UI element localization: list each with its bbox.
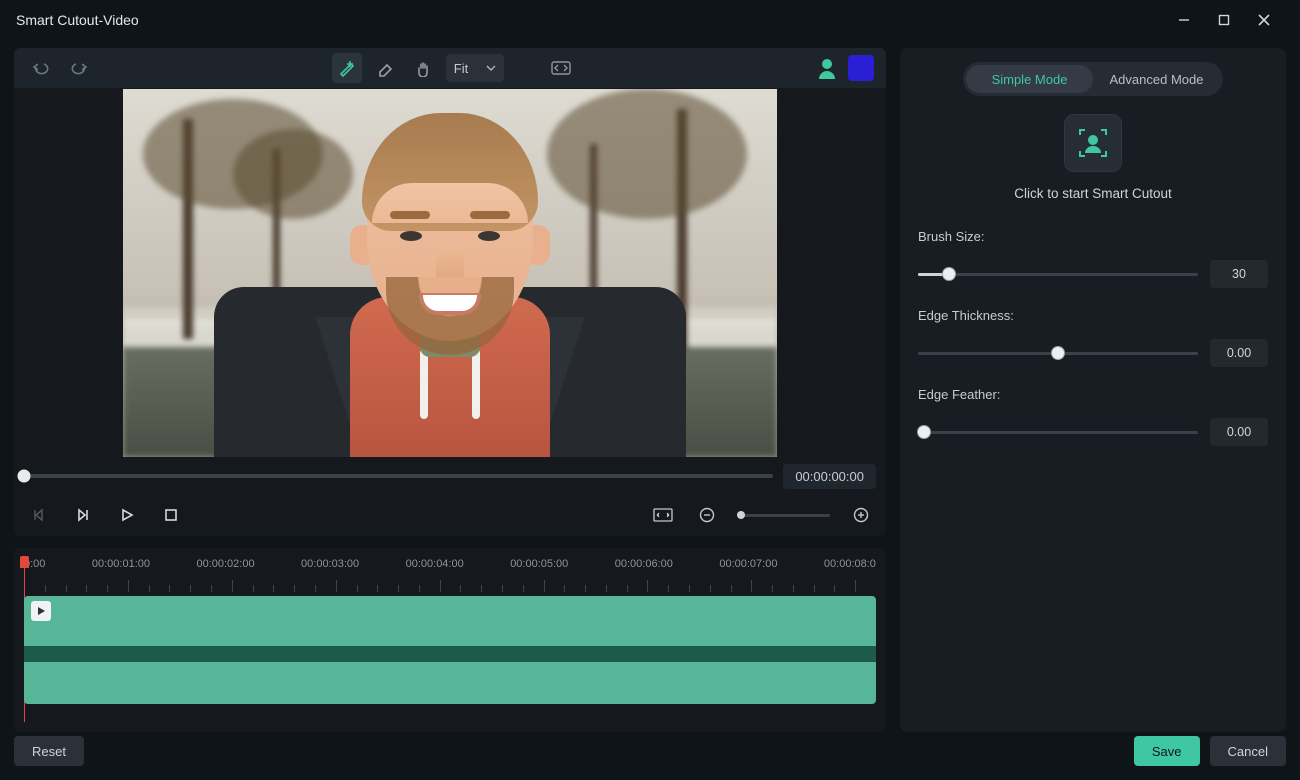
brush-size-thumb[interactable] <box>942 267 956 281</box>
close-button[interactable] <box>1244 0 1284 40</box>
start-smart-cutout-button[interactable] <box>1064 114 1122 172</box>
add-brush-tool[interactable] <box>332 53 362 83</box>
fit-width-button[interactable] <box>650 502 676 528</box>
zoom-label: Fit <box>454 61 468 76</box>
tab-simple-mode[interactable]: Simple Mode <box>966 65 1093 93</box>
undo-button[interactable] <box>26 53 56 83</box>
foreground-silhouette-icon[interactable] <box>814 55 840 81</box>
timeline: 0:0000:00:01:0000:00:02:0000:00:03:0000:… <box>14 548 886 732</box>
save-button[interactable]: Save <box>1134 736 1200 766</box>
maximize-button[interactable] <box>1204 0 1244 40</box>
left-panel: Fit <box>14 48 886 732</box>
erase-brush-tool[interactable] <box>370 53 400 83</box>
edge-feather-label: Edge Feather: <box>918 387 1268 402</box>
zoom-out-button[interactable] <box>694 502 720 528</box>
window-title: Smart Cutout-Video <box>16 12 139 28</box>
video-track[interactable] <box>24 596 876 646</box>
audio-track[interactable] <box>24 662 876 704</box>
scrub-thumb[interactable] <box>18 470 31 483</box>
zoom-slider-thumb[interactable] <box>737 511 745 519</box>
scrub-bar: 00:00:00:00 <box>14 458 886 494</box>
tab-advanced-mode[interactable]: Advanced Mode <box>1093 65 1220 93</box>
step-forward-button[interactable] <box>70 502 96 528</box>
ruler-label: 00:00:01:00 <box>92 558 150 570</box>
edge-thickness-thumb[interactable] <box>1051 346 1065 360</box>
ruler-label: 00:00:04:00 <box>406 558 464 570</box>
edge-thickness-label: Edge Thickness: <box>918 308 1268 323</box>
background-color-swatch[interactable] <box>848 55 874 81</box>
reset-button[interactable]: Reset <box>14 736 84 766</box>
titlebar: Smart Cutout-Video <box>0 0 1300 40</box>
play-button[interactable] <box>114 502 140 528</box>
ruler-label: 00:00:05:00 <box>510 558 568 570</box>
prev-frame-button[interactable] <box>26 502 52 528</box>
timecode-display: 00:00:00:00 <box>783 464 876 489</box>
stop-button[interactable] <box>158 502 184 528</box>
video-preview[interactable] <box>14 88 886 458</box>
ruler-label: 00:00:08:0 <box>824 558 876 570</box>
edge-thickness-slider[interactable] <box>918 352 1198 355</box>
timeline-ruler[interactable]: 0:0000:00:01:0000:00:02:0000:00:03:0000:… <box>24 558 876 592</box>
preview-frame <box>123 89 777 457</box>
minimize-button[interactable] <box>1164 0 1204 40</box>
scrub-track[interactable] <box>24 474 773 478</box>
ruler-label: 00:00:07:00 <box>719 558 777 570</box>
mode-tabs: Simple Mode Advanced Mode <box>963 62 1223 96</box>
zoom-slider[interactable] <box>738 514 830 517</box>
transport-bar <box>14 494 886 536</box>
footer: Reset Save Cancel <box>14 734 1286 768</box>
ruler-label: 00:00:03:00 <box>301 558 359 570</box>
edge-feather-value[interactable]: 0.00 <box>1210 418 1268 446</box>
param-brush-size: Brush Size: 30 <box>918 229 1268 288</box>
param-edge-feather: Edge Feather: 0.00 <box>918 387 1268 446</box>
editor-toolbar: Fit <box>14 48 886 88</box>
brush-size-slider[interactable] <box>918 273 1198 276</box>
zoom-in-button[interactable] <box>848 502 874 528</box>
track-play-icon <box>31 601 51 621</box>
start-label: Click to start Smart Cutout <box>1014 186 1172 201</box>
edge-feather-thumb[interactable] <box>917 425 931 439</box>
edge-feather-slider[interactable] <box>918 431 1198 434</box>
chevron-down-icon <box>486 65 496 71</box>
ruler-label: 00:00:02:00 <box>196 558 254 570</box>
redo-button[interactable] <box>64 53 94 83</box>
brush-size-value[interactable]: 30 <box>1210 260 1268 288</box>
brush-size-label: Brush Size: <box>918 229 1268 244</box>
settings-panel: Simple Mode Advanced Mode Click to start… <box>900 48 1286 732</box>
ruler-label: 00:00:06:00 <box>615 558 673 570</box>
zoom-dropdown[interactable]: Fit <box>446 54 504 82</box>
param-edge-thickness: Edge Thickness: 0.00 <box>918 308 1268 367</box>
pan-hand-tool[interactable] <box>408 53 438 83</box>
edge-thickness-value[interactable]: 0.00 <box>1210 339 1268 367</box>
compare-toggle[interactable] <box>546 53 576 83</box>
cancel-button[interactable]: Cancel <box>1210 736 1286 766</box>
track-divider <box>24 646 876 662</box>
